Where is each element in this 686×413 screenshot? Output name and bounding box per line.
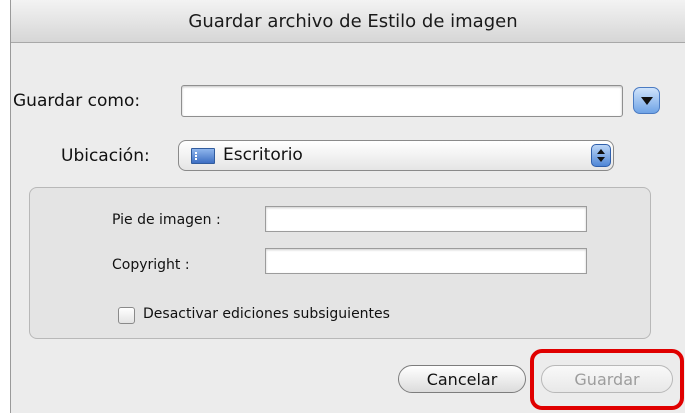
save-as-input[interactable]: [181, 85, 623, 117]
expand-browser-button[interactable]: [633, 87, 660, 114]
location-label: Ubicación:: [61, 146, 150, 166]
location-value: Escritorio: [223, 145, 303, 165]
folder-icon: [191, 148, 215, 164]
options-group: Pie de imagen : Copyright : Desactivar e…: [29, 187, 651, 339]
location-popup[interactable]: Escritorio: [178, 140, 614, 171]
up-down-arrows-icon: [591, 144, 611, 167]
title-bar: Guardar archivo de Estilo de imagen: [11, 0, 685, 43]
caption-field[interactable]: [265, 206, 587, 232]
copyright-field[interactable]: [265, 248, 587, 274]
caption-label: Pie de imagen :: [112, 212, 221, 228]
chevron-down-icon: [640, 96, 653, 105]
cancel-button[interactable]: Cancelar: [398, 365, 526, 393]
copyright-label: Copyright :: [112, 257, 190, 273]
disable-edits-label[interactable]: Desactivar ediciones subsiguientes: [143, 306, 390, 322]
save-button-highlight: [530, 349, 684, 410]
disable-edits-checkbox[interactable]: [118, 307, 135, 324]
save-as-label: Guardar como:: [13, 91, 141, 111]
dialog-title: Guardar archivo de Estilo de imagen: [188, 10, 518, 32]
